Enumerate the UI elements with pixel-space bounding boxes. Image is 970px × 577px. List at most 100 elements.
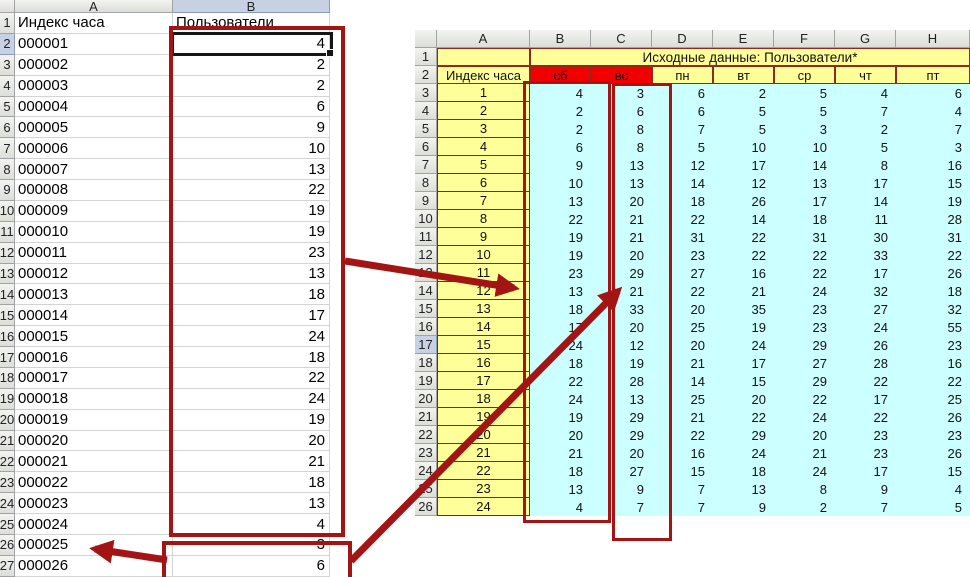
cell-users-сб[interactable]: 21 bbox=[530, 444, 591, 462]
cell-hour-index[interactable]: 000001 bbox=[15, 33, 173, 55]
cell-users-пт[interactable]: 5 bbox=[896, 498, 970, 516]
cell-users-вс[interactable]: 3 bbox=[591, 84, 652, 102]
cell-users-вс[interactable]: 33 bbox=[591, 300, 652, 318]
cell-users-value[interactable]: 4 bbox=[173, 514, 330, 535]
cell-hour-number[interactable]: 1 bbox=[437, 84, 530, 102]
row-header-12[interactable]: 12 bbox=[0, 242, 15, 264]
row-header-25[interactable]: 25 bbox=[415, 480, 437, 498]
cell-users-value[interactable]: 6 bbox=[173, 555, 330, 577]
cell-users-ср[interactable]: 14 bbox=[774, 156, 835, 174]
cell-users-ср[interactable]: 23 bbox=[774, 318, 835, 336]
cell-users-вт[interactable]: 5 bbox=[713, 120, 774, 138]
cell-hour-number[interactable]: 21 bbox=[437, 444, 530, 462]
cell-users-ср[interactable]: 8 bbox=[774, 480, 835, 498]
cell-hour-index[interactable]: 000004 bbox=[15, 96, 173, 118]
cell-users-пт[interactable]: 26 bbox=[896, 444, 970, 462]
cell-users-вс[interactable]: 20 bbox=[591, 318, 652, 336]
row-header-10[interactable]: 10 bbox=[0, 200, 15, 222]
cell-hour-index[interactable]: 000005 bbox=[15, 117, 173, 139]
cell-users-пн[interactable]: 5 bbox=[652, 138, 713, 156]
cell-users-вс[interactable]: 21 bbox=[591, 210, 652, 228]
cell-index-label[interactable]: Индекс часа bbox=[437, 66, 530, 84]
cell-users-value[interactable]: 3 bbox=[173, 535, 330, 556]
cell-hour-number[interactable]: 12 bbox=[437, 282, 530, 300]
cell-users-ср[interactable]: 23 bbox=[774, 300, 835, 318]
cell-users-пн[interactable]: 7 bbox=[652, 120, 713, 138]
cell-hour-number[interactable]: 13 bbox=[437, 300, 530, 318]
cell-hour-number[interactable]: 15 bbox=[437, 336, 530, 354]
row-header-20[interactable]: 20 bbox=[0, 409, 15, 431]
cell-users-пт[interactable]: 15 bbox=[896, 462, 970, 480]
cell-users-вс[interactable]: 29 bbox=[591, 408, 652, 426]
cell-users-вс[interactable]: 19 bbox=[591, 354, 652, 372]
cell-users-сб[interactable]: 18 bbox=[530, 354, 591, 372]
cell-users-пн[interactable]: 20 bbox=[652, 336, 713, 354]
cell-users-чт[interactable]: 24 bbox=[835, 318, 896, 336]
cell-users-вт[interactable]: 13 bbox=[713, 480, 774, 498]
cell-users-вт[interactable]: 26 bbox=[713, 192, 774, 210]
row-header-18[interactable]: 18 bbox=[0, 367, 15, 389]
cell-users-чт[interactable]: 2 bbox=[835, 120, 896, 138]
cell-hour-number[interactable]: 4 bbox=[437, 138, 530, 156]
cell-hour-number[interactable]: 20 bbox=[437, 426, 530, 444]
cell-hour-number[interactable]: 16 bbox=[437, 354, 530, 372]
cell-hour-index[interactable]: 000012 bbox=[15, 263, 173, 285]
cell-users-ср[interactable]: 5 bbox=[774, 102, 835, 120]
cell-users-value[interactable]: 19 bbox=[173, 221, 330, 243]
cell-users-вс[interactable]: 28 bbox=[591, 372, 652, 390]
cell-users-пт[interactable]: 28 bbox=[896, 210, 970, 228]
row-header-3[interactable]: 3 bbox=[0, 54, 15, 76]
cell-users-ср[interactable]: 3 bbox=[774, 120, 835, 138]
cell-users-вс[interactable]: 9 bbox=[591, 480, 652, 498]
column-header-G[interactable]: G bbox=[835, 30, 896, 48]
row-header-8[interactable]: 8 bbox=[415, 174, 437, 192]
cell-index-header[interactable]: Индекс часа bbox=[15, 13, 173, 34]
cell-users-вт[interactable]: 12 bbox=[713, 174, 774, 192]
row-header-11[interactable]: 11 bbox=[0, 221, 15, 243]
row-header-26[interactable]: 26 bbox=[415, 498, 437, 516]
cell-users-чт[interactable]: 17 bbox=[835, 174, 896, 192]
cell-users-value[interactable]: 23 bbox=[173, 242, 330, 264]
cell-hour-number[interactable]: 2 bbox=[437, 102, 530, 120]
cell-users-пт[interactable]: 26 bbox=[896, 408, 970, 426]
row-header-7[interactable]: 7 bbox=[0, 138, 15, 160]
select-all-corner-right[interactable] bbox=[415, 30, 437, 48]
cell-hour-number[interactable]: 18 bbox=[437, 390, 530, 408]
cell-users-пт[interactable]: 19 bbox=[896, 192, 970, 210]
cell-users-сб[interactable]: 22 bbox=[530, 210, 591, 228]
cell-users-вс[interactable]: 8 bbox=[591, 138, 652, 156]
day-header-ср[interactable]: ср bbox=[774, 66, 835, 84]
column-header-B[interactable]: B bbox=[173, 0, 330, 14]
row-header-4[interactable]: 4 bbox=[0, 75, 15, 97]
cell-hour-index[interactable]: 000024 bbox=[15, 514, 173, 535]
cell-users-вс[interactable]: 21 bbox=[591, 282, 652, 300]
cell-users-вт[interactable]: 17 bbox=[713, 354, 774, 372]
column-header-D[interactable]: D bbox=[652, 30, 713, 48]
row-header-6[interactable]: 6 bbox=[0, 117, 15, 139]
cell-hour-index[interactable]: 000013 bbox=[15, 284, 173, 306]
cell-users-пт[interactable]: 16 bbox=[896, 156, 970, 174]
cell-users-value[interactable]: 19 bbox=[173, 200, 330, 222]
cell-hour-number[interactable]: 10 bbox=[437, 246, 530, 264]
cell-users-чт[interactable]: 17 bbox=[835, 462, 896, 480]
cell-users-пн[interactable]: 12 bbox=[652, 156, 713, 174]
fill-handle[interactable] bbox=[326, 49, 334, 57]
cell-users-value[interactable]: 13 bbox=[173, 263, 330, 285]
cell-users-value[interactable]: 13 bbox=[173, 159, 330, 181]
cell-hour-index[interactable]: 000023 bbox=[15, 493, 173, 515]
cell-users-сб[interactable]: 4 bbox=[530, 498, 591, 516]
row-header-21[interactable]: 21 bbox=[0, 430, 15, 452]
cell-hour-number[interactable]: 22 bbox=[437, 462, 530, 480]
select-all-corner[interactable] bbox=[0, 0, 15, 13]
cell-hour-number[interactable]: 11 bbox=[437, 264, 530, 282]
cell-hour-index[interactable]: 000016 bbox=[15, 347, 173, 368]
cell-users-пн[interactable]: 6 bbox=[652, 84, 713, 102]
cell-users-чт[interactable]: 23 bbox=[835, 444, 896, 462]
cell-hour-index[interactable]: 000010 bbox=[15, 221, 173, 243]
cell-users-пт[interactable]: 3 bbox=[896, 138, 970, 156]
cell-users-ср[interactable]: 29 bbox=[774, 336, 835, 354]
cell-users-пн[interactable]: 18 bbox=[652, 192, 713, 210]
cell-users-чт[interactable]: 14 bbox=[835, 192, 896, 210]
cell-users-сб[interactable]: 13 bbox=[530, 192, 591, 210]
cell-users-чт[interactable]: 32 bbox=[835, 282, 896, 300]
